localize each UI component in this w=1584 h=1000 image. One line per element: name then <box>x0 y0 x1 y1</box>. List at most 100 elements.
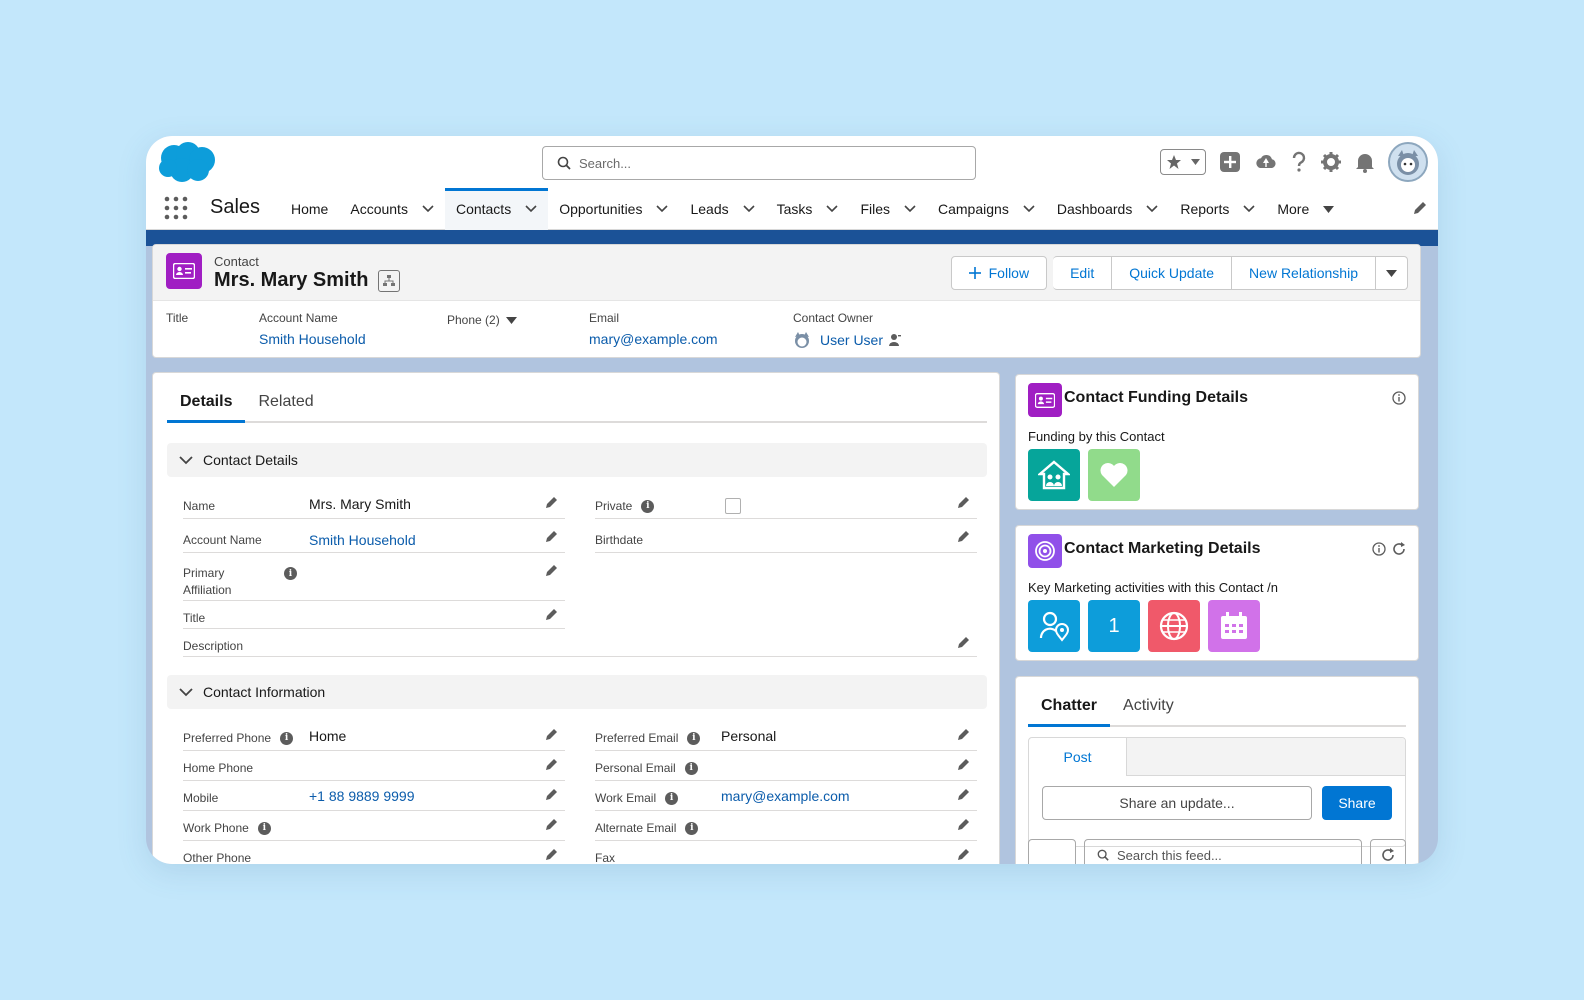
owner-link[interactable]: User User <box>820 332 883 348</box>
work-email-link[interactable]: mary@example.com <box>721 788 850 804</box>
user-avatar[interactable] <box>1388 142 1428 182</box>
info-icon[interactable]: i <box>284 567 297 580</box>
share-button[interactable]: Share <box>1322 786 1392 820</box>
search-input[interactable] <box>579 155 959 171</box>
chevron-down-icon <box>179 455 193 465</box>
feed-search-input[interactable]: Search this feed... <box>1084 839 1362 864</box>
pencil-icon[interactable] <box>957 727 971 744</box>
info-outline-icon[interactable] <box>1392 391 1406 405</box>
pencil-icon[interactable] <box>957 495 971 512</box>
refresh-icon[interactable] <box>1392 542 1406 556</box>
tab-related[interactable]: Related <box>245 387 326 423</box>
global-search[interactable] <box>542 146 976 180</box>
pencil-icon[interactable] <box>957 635 971 652</box>
tab-activity[interactable]: Activity <box>1110 691 1187 725</box>
pencil-icon[interactable] <box>545 563 559 580</box>
info-icon[interactable]: i <box>665 791 679 805</box>
chevron-down-icon[interactable] <box>826 205 839 213</box>
pencil-icon[interactable] <box>545 495 559 512</box>
info-icon[interactable]: i <box>684 761 698 775</box>
favorites-button[interactable] <box>1160 149 1206 175</box>
pencil-icon[interactable] <box>957 847 971 864</box>
help-button[interactable] <box>1291 151 1307 173</box>
chevron-down-icon[interactable] <box>1146 205 1158 213</box>
pencil-icon[interactable] <box>957 787 971 804</box>
highlight-phone[interactable]: Phone (2) <box>447 311 517 327</box>
chevron-down-icon[interactable] <box>422 205 434 213</box>
pencil-icon[interactable] <box>957 757 971 774</box>
section-contact-details[interactable]: Contact Details <box>167 443 987 477</box>
trailhead-button[interactable] <box>1254 152 1278 172</box>
caret-down-icon <box>1191 159 1201 165</box>
pencil-icon[interactable] <box>545 607 559 624</box>
nav-item-opportunities[interactable]: Opportunities <box>548 188 679 230</box>
pencil-icon[interactable] <box>545 817 559 834</box>
global-actions-button[interactable] <box>1219 151 1241 173</box>
pencil-icon[interactable] <box>957 817 971 834</box>
chevron-down-icon[interactable] <box>1243 205 1255 213</box>
pencil-icon[interactable] <box>545 727 559 744</box>
pencil-icon[interactable] <box>545 757 559 774</box>
info-icon[interactable]: i <box>641 499 655 513</box>
pencil-icon[interactable] <box>545 847 559 864</box>
notifications-button[interactable] <box>1355 151 1375 173</box>
pencil-icon[interactable] <box>957 529 971 546</box>
account-link[interactable]: Smith Household <box>259 331 366 347</box>
chevron-down-icon[interactable] <box>656 205 669 213</box>
household-tile[interactable] <box>1028 449 1080 501</box>
nav-item-dashboards[interactable]: Dashboards <box>1046 188 1170 230</box>
refresh-feed-button[interactable] <box>1370 839 1406 864</box>
record-header-top: Contact Mrs. Mary Smith Follow Edit Quic… <box>153 245 1420 301</box>
app-window: Sales Home Accounts Contacts Opportuniti… <box>146 136 1438 864</box>
tab-chatter[interactable]: Chatter <box>1028 691 1111 727</box>
edit-nav-button[interactable] <box>1412 200 1428 219</box>
setup-button[interactable] <box>1320 151 1342 173</box>
sort-feed-button[interactable] <box>1028 839 1076 864</box>
nav-item-more[interactable]: More <box>1266 188 1345 230</box>
info-icon[interactable]: i <box>280 731 294 745</box>
info-icon[interactable]: i <box>687 731 701 745</box>
count-tile[interactable]: 1 <box>1088 600 1140 652</box>
nav-item-accounts[interactable]: Accounts <box>339 188 445 230</box>
nav-item-tasks[interactable]: Tasks <box>766 188 850 230</box>
chevron-down-icon[interactable] <box>904 205 916 213</box>
quick-update-button[interactable]: Quick Update <box>1112 256 1233 290</box>
section-contact-information[interactable]: Contact Information <box>167 675 987 709</box>
edit-button[interactable]: Edit <box>1053 256 1113 290</box>
salesforce-logo-icon[interactable] <box>154 140 218 189</box>
email-link[interactable]: mary@example.com <box>589 331 718 347</box>
share-update-input[interactable]: Share an update... <box>1042 786 1312 820</box>
nav-item-contacts[interactable]: Contacts <box>444 188 549 230</box>
chevron-down-icon[interactable] <box>1023 205 1035 213</box>
nav-item-campaigns[interactable]: Campaigns <box>927 188 1046 230</box>
contact-location-tile[interactable] <box>1028 600 1080 652</box>
nav-item-reports[interactable]: Reports <box>1169 188 1266 230</box>
pencil-icon[interactable] <box>545 529 559 546</box>
nav-item-leads[interactable]: Leads <box>679 188 765 230</box>
info-icon[interactable]: i <box>685 821 699 835</box>
private-checkbox[interactable] <box>725 498 741 514</box>
nav-item-files[interactable]: Files <box>849 188 927 230</box>
app-launcher-button[interactable] <box>164 196 188 223</box>
highlight-label: Phone (2) <box>447 313 500 327</box>
info-icon[interactable]: i <box>257 821 271 835</box>
more-actions-button[interactable] <box>1376 256 1408 290</box>
tab-details[interactable]: Details <box>167 387 246 423</box>
mobile-link[interactable]: +1 88 9889 9999 <box>309 788 415 804</box>
account-name-link[interactable]: Smith Household <box>309 532 416 548</box>
donation-tile[interactable] <box>1088 449 1140 501</box>
pencil-icon[interactable] <box>545 787 559 804</box>
change-owner-icon[interactable] <box>888 333 902 347</box>
chevron-down-icon[interactable] <box>743 205 755 213</box>
chevron-down-icon[interactable] <box>525 205 537 213</box>
info-outline-icon[interactable] <box>1372 542 1386 556</box>
publisher-tabbar: Post <box>1029 738 1405 776</box>
web-tile[interactable] <box>1148 600 1200 652</box>
caret-down-icon[interactable] <box>505 316 517 324</box>
nav-item-home[interactable]: Home <box>280 188 339 230</box>
tab-post[interactable]: Post <box>1029 738 1127 776</box>
event-tile[interactable] <box>1208 600 1260 652</box>
hierarchy-icon[interactable] <box>378 269 401 292</box>
follow-button[interactable]: Follow <box>950 256 1048 290</box>
new-relationship-button[interactable]: New Relationship <box>1232 256 1376 290</box>
